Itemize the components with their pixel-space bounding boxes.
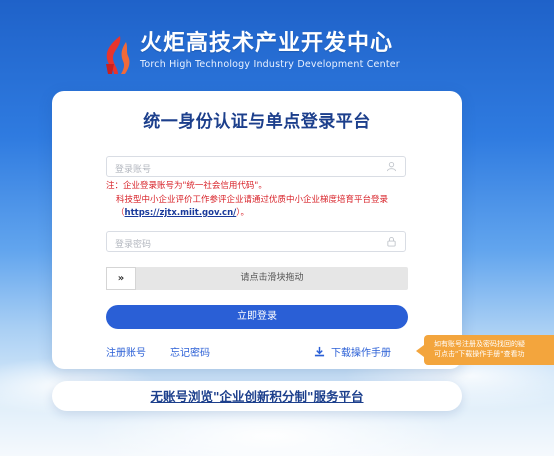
user-icon (386, 162, 397, 172)
tooltip-arrow (416, 345, 424, 357)
site-header: 火炬高技术产业开发中心 Torch High Technology Indust… (100, 30, 400, 80)
platform-note-suffix: ）。 (236, 208, 250, 218)
slider-hint: 请点击滑块拖动 (240, 273, 304, 283)
register-link[interactable]: 注册账号 (106, 344, 146, 359)
brand-title-cn: 火炬高技术产业开发中心 (140, 31, 394, 56)
download-manual-link[interactable]: 下载操作手册 (314, 344, 391, 359)
login-button[interactable]: 立即登录 (106, 305, 408, 329)
lock-icon (387, 237, 396, 247)
login-card: 统一身份认证与单点登录平台 注：企业登录账号为"统一社会信用代码"。 科技型中小… (52, 91, 462, 369)
tooltip-line-2: 可点击"下载操作手册"查看功 (434, 350, 525, 358)
brand-title-en: Torch High Technology Industry Developme… (140, 59, 400, 70)
slider-captcha: » 请点击滑块拖动 (106, 267, 408, 290)
forgot-password-link[interactable]: 忘记密码 (170, 344, 210, 359)
login-title: 统一身份认证与单点登录平台 (143, 112, 371, 132)
platform-note: 科技型中小企业评价工作参评企业请通过优质中小企业梯度培育平台登录（https:/… (116, 194, 412, 220)
account-note: 注：企业登录账号为"统一社会信用代码"。 (106, 181, 267, 191)
torch-flame-logo-icon (106, 36, 130, 74)
password-input[interactable] (107, 235, 383, 255)
guest-browse-link[interactable]: 无账号浏览"企业创新积分制"服务平台 (150, 389, 363, 404)
help-tooltip: 如有账号注册及密码找回的疑 可点击"下载操作手册"查看功 (424, 335, 554, 365)
brand-text: 火炬高技术产业开发中心 Torch High Technology Indust… (140, 30, 400, 72)
password-field (106, 231, 406, 255)
tooltip-line-1: 如有账号注册及密码找回的疑 (434, 340, 525, 348)
guest-browse-bar: 无账号浏览"企业创新积分制"服务平台 (52, 381, 462, 411)
miit-platform-link[interactable]: https://zjtx.miit.gov.cn/ (125, 208, 237, 218)
slider-handle[interactable]: » (106, 267, 136, 290)
download-manual-label: 下载操作手册 (331, 348, 391, 359)
account-input[interactable] (107, 160, 383, 180)
download-icon (314, 346, 325, 357)
account-field (106, 156, 406, 180)
